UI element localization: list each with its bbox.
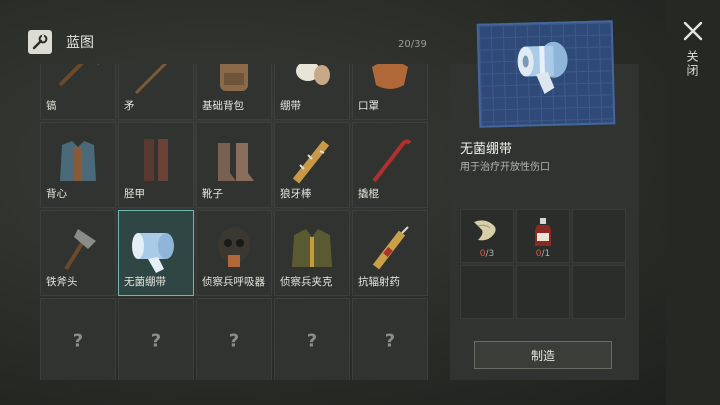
blueprint-slot[interactable]: 镐 bbox=[40, 64, 116, 120]
blueprint-label: 撬棍 bbox=[358, 188, 379, 200]
blueprint-slot[interactable]: 侦察兵呼吸器 bbox=[196, 210, 272, 296]
blueprint-label: 侦察兵夹克 bbox=[280, 276, 333, 288]
material-slot-cloth[interactable]: 0/3 bbox=[460, 209, 514, 263]
blueprint-slot[interactable]: 胫甲 bbox=[118, 122, 194, 208]
blueprint-label: 铁斧头 bbox=[46, 276, 78, 288]
blueprint-grid: 镐 矛 基础背包 绷带 口罩背心 胫甲 靴子 狼牙棒 撬棍铁斧头 无菌绷带 侦察兵呼吸器 侦察兵夹克 抗… bbox=[40, 64, 428, 380]
blueprint-label: 靴子 bbox=[202, 188, 223, 200]
blueprint-slot-locked[interactable]: ? bbox=[352, 298, 428, 380]
blueprint-label: 口罩 bbox=[358, 100, 379, 112]
sterile-bandage-icon bbox=[132, 233, 174, 273]
material-slot-empty bbox=[516, 265, 570, 319]
blueprint-label: 无菌绷带 bbox=[124, 276, 166, 288]
crowbar-icon bbox=[372, 139, 412, 183]
blueprint-slot[interactable]: 矛 bbox=[118, 64, 194, 120]
close-label[interactable]: 关闭 bbox=[684, 50, 701, 78]
jacket-icon bbox=[292, 229, 332, 267]
spiked-club-icon bbox=[292, 140, 330, 184]
material-count-alcohol: 0/1 bbox=[535, 249, 551, 259]
blueprint-slot-locked[interactable]: ? bbox=[40, 298, 116, 380]
blueprint-slot[interactable]: 靴子 bbox=[196, 122, 272, 208]
item-name: 无菌绷带 bbox=[460, 142, 513, 157]
iron-axe-icon bbox=[64, 229, 96, 271]
blueprint-preview bbox=[476, 20, 616, 128]
blueprint-slot[interactable]: 抗辐射药 bbox=[352, 210, 428, 296]
blueprint-label: 基础背包 bbox=[202, 100, 244, 112]
blueprint-slot[interactable]: 无菌绷带 bbox=[118, 210, 194, 296]
unknown-blueprint-mark: ? bbox=[228, 330, 240, 352]
blueprint-label: 抗辐射药 bbox=[358, 276, 400, 288]
blueprint-counter: 20/39 bbox=[398, 39, 427, 50]
craft-button[interactable]: 制造 bbox=[474, 341, 612, 369]
unknown-blueprint-mark: ? bbox=[150, 330, 162, 352]
blueprint-label: 狼牙棒 bbox=[280, 188, 312, 200]
blueprint-slot-locked[interactable]: ? bbox=[118, 298, 194, 380]
blueprint-slot-locked[interactable]: ? bbox=[274, 298, 350, 380]
material-count-cloth: 0/3 bbox=[479, 249, 495, 259]
blueprint-label: 胫甲 bbox=[124, 188, 145, 200]
bandage-icon bbox=[296, 64, 330, 85]
material-slot-alcohol[interactable]: 0/1 bbox=[516, 209, 570, 263]
material-slot-empty bbox=[460, 265, 514, 319]
header: 蓝图 bbox=[28, 28, 94, 56]
blueprint-slot[interactable]: 绷带 bbox=[274, 64, 350, 120]
vest-icon bbox=[60, 141, 96, 181]
blueprint-label: 绷带 bbox=[280, 100, 301, 112]
cloth-rag-icon bbox=[474, 220, 496, 241]
material-slot-empty bbox=[572, 209, 626, 263]
unknown-blueprint-mark: ? bbox=[306, 330, 318, 352]
spear-icon bbox=[134, 64, 168, 95]
blueprint-slot[interactable]: 铁斧头 bbox=[40, 210, 116, 296]
blueprint-label: 矛 bbox=[124, 100, 135, 112]
blueprint-label: 背心 bbox=[46, 188, 67, 200]
unknown-blueprint-mark: ? bbox=[72, 330, 84, 352]
greaves-icon bbox=[144, 139, 168, 181]
blueprint-grid-viewport[interactable]: 镐 矛 基础背包 绷带 口罩背心 胫甲 靴子 狼牙棒 撬棍铁斧头 无菌绷带 侦察兵呼吸器 侦察兵夹克 抗… bbox=[40, 64, 430, 380]
alcohol-bottle-icon bbox=[535, 218, 551, 246]
close-icon[interactable] bbox=[680, 18, 706, 44]
blueprint-slot[interactable]: 基础背包 bbox=[196, 64, 272, 120]
materials-grid: 0/3 0/1 bbox=[460, 209, 626, 319]
blueprint-slot[interactable]: 狼牙棒 bbox=[274, 122, 350, 208]
page-title: 蓝图 bbox=[66, 35, 94, 51]
item-description: 用于治疗开放性伤口 bbox=[460, 162, 550, 173]
respirator-icon bbox=[218, 227, 250, 267]
sterile-bandage-large-icon bbox=[517, 41, 568, 95]
blueprint-wrench-icon bbox=[28, 30, 52, 54]
blueprint-label: 镐 bbox=[46, 100, 57, 112]
pickaxe-icon bbox=[58, 64, 99, 87]
mask-icon bbox=[372, 64, 408, 89]
unknown-blueprint-mark: ? bbox=[384, 330, 396, 352]
backpack-icon bbox=[220, 64, 248, 91]
blueprint-slot[interactable]: 侦察兵夹克 bbox=[274, 210, 350, 296]
blueprint-label: 侦察兵呼吸器 bbox=[202, 276, 265, 288]
blueprint-slot[interactable]: 撬棍 bbox=[352, 122, 428, 208]
boots-icon bbox=[218, 143, 254, 181]
radiation-syringe-icon bbox=[372, 226, 409, 270]
blueprint-slot[interactable]: 口罩 bbox=[352, 64, 428, 120]
blueprint-slot[interactable]: 背心 bbox=[40, 122, 116, 208]
material-slot-empty bbox=[572, 265, 626, 319]
blueprint-slot-locked[interactable]: ? bbox=[196, 298, 272, 380]
